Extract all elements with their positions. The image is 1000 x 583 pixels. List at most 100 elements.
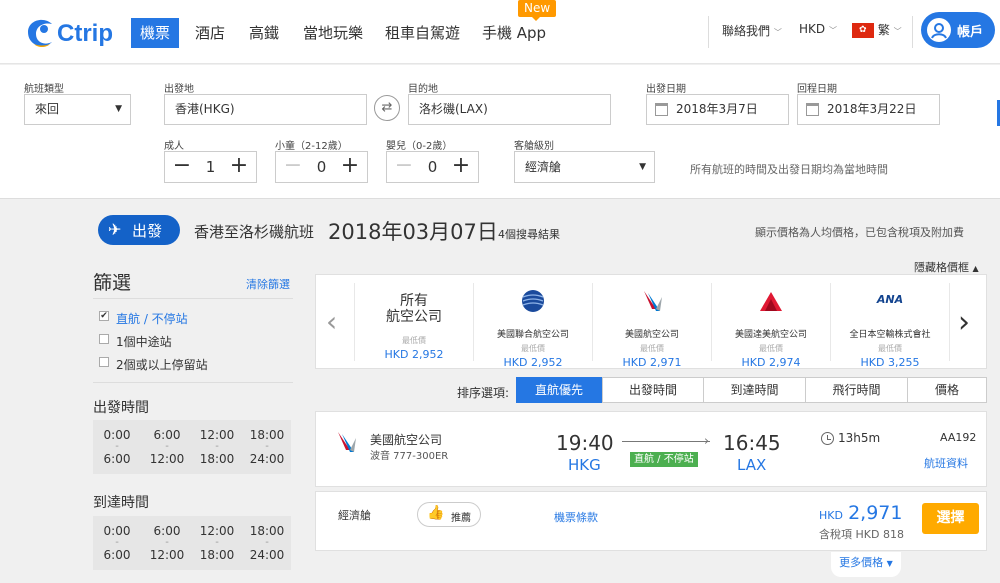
two-stop-filter-label[interactable]: 2個或以上停留站 [116,356,208,373]
brand-name: Ctrip [57,20,113,47]
clear-filters-link[interactable]: 清除篩選 [246,276,290,292]
more-prices-link[interactable]: 更多價格 ▼ [831,552,901,577]
sort-direct-first[interactable]: 直航優先 [516,377,602,403]
currency-label: HKD [799,22,826,36]
cabin-select[interactable]: 經濟艙 ▼ [514,151,655,183]
flight-number: AA192 [940,431,977,444]
trip-type-select[interactable]: 來回 ▼ [24,94,131,125]
fare-cabin: 經濟艙 [338,509,371,522]
recommend-label: 推薦 [451,513,471,524]
child-label: 小童（2-12歲） [275,141,348,152]
nonstop-badge: 直航 / 不停站 [630,452,698,467]
direct-filter-label[interactable]: 直航 / 不停站 [116,310,188,327]
slot-start: 18:00 [249,428,285,442]
airline-grid-next[interactable]: › [949,283,987,361]
departure-slot-1[interactable]: 6:00-12:00 [143,429,191,465]
slot-end: 12:00 [149,548,185,562]
chevron-right-icon[interactable]: › [958,308,970,338]
airline-united[interactable]: 美國聯合航空公司 最低價 HKD 2,952 [473,283,592,369]
arrow-right-icon: › [704,434,710,449]
flight-details-link[interactable]: 航班資料 [924,455,968,471]
depart-date-input[interactable]: 2018年3月7日 [646,94,789,125]
chevron-down-icon: ﹀ [828,26,837,35]
united-logo-icon [519,287,547,315]
departure-slot-3[interactable]: 18:00-24:00 [243,429,291,465]
trip-type-value: 來回 [35,102,60,116]
calendar-icon [806,103,819,116]
arrival-slot-1[interactable]: 6:00-12:00 [143,525,191,561]
airline-name: 全日本空輸株式會社 [849,330,931,340]
from-input[interactable]: 香港(HKG) [164,94,367,125]
chevron-left-icon[interactable]: ‹ [326,308,337,336]
airline-ana[interactable]: ANA 全日本空輸株式會社 最低價 HKD 3,255 [830,283,949,369]
departure-slot-0[interactable]: 0:00-6:00 [93,429,141,465]
language-menu[interactable]: ✿ 繁 ﹀ [852,21,902,38]
departure-time-title: 出發時間 [93,400,149,416]
airline-american[interactable]: 美國航空公司 最低價 HKD 2,971 [592,283,711,369]
sort-arrival-time[interactable]: 到達時間 [703,377,806,403]
arrival-slot-3[interactable]: 18:00-24:00 [243,525,291,561]
lowest-price-label: 最低價 [402,336,426,345]
select-button[interactable]: 選擇 [922,503,979,534]
airline-name: 美國達美航空公司 [734,330,807,340]
chevron-down-icon: ﹀ [773,28,782,37]
arrival-slot-2[interactable]: 12:00-18:00 [193,525,241,561]
adult-stepper: − 1 + [164,151,257,183]
slot-start: 12:00 [199,524,235,538]
tab-flights[interactable]: 機票 [131,18,180,48]
recommend-tag: 👍 推薦 [417,502,481,527]
calendar-icon [655,103,668,116]
return-date-input[interactable]: 2018年3月22日 [797,94,940,125]
airline-delta[interactable]: 美國達美航空公司 最低價 HKD 2,974 [711,283,830,369]
sort-flight-duration[interactable]: 飛行時間 [805,377,908,403]
tab-mobile-app[interactable]: 手機 App [482,18,546,48]
airline-name: 美國聯合航空公司 [496,330,569,340]
plus-icon[interactable]: + [448,152,474,182]
airline-all-line2: 航空公司 [386,309,442,325]
tab-activities[interactable]: 當地玩樂 [303,18,363,48]
infant-stepper: − 0 + [386,151,479,183]
departure-slot-2[interactable]: 12:00-18:00 [193,429,241,465]
ctrip-logo[interactable]: Ctrip [22,12,122,52]
slot-end: 24:00 [249,452,285,466]
one-stop-checkbox[interactable] [99,334,109,344]
new-badge: New [518,0,557,21]
sort-departure-time[interactable]: 出發時間 [602,377,704,403]
sort-price[interactable]: 價格 [907,377,987,403]
airline-all-price: HKD 2,952 [384,348,444,361]
tab-hotels[interactable]: 酒店 [195,18,225,48]
airplane-icon: ✈ [108,220,122,239]
from-label: 出發地 [164,84,194,95]
airline-price-grid: ‹ 所有 航空公司 最低價 HKD 2,952 美國聯合航空公司 最低價 HKD … [315,274,987,369]
currency-menu[interactable]: HKD ﹀ [799,22,837,36]
departure-button[interactable]: ✈ 出發 [98,215,180,245]
one-stop-filter-label[interactable]: 1個中途站 [116,333,172,350]
plus-icon[interactable]: + [226,152,252,182]
flight-airline: 美國航空公司 [370,433,443,447]
tab-trains[interactable]: 高鐵 [249,18,279,48]
slot-end: 24:00 [249,548,285,562]
to-label: 目的地 [408,84,438,95]
airline-price: HKD 3,255 [860,356,920,369]
caret-down-icon: ▼ [886,559,893,568]
sort-label: 排序選項: [457,386,510,400]
depart-date-value: 2018年3月7日 [676,102,758,116]
depart-airport: HKG [568,456,601,474]
tab-car-rental[interactable]: 租車自駕遊 [385,18,460,48]
arrival-time-title: 到達時間 [93,495,149,511]
swap-icon[interactable]: ⇄ [374,95,400,121]
arrival-slot-0[interactable]: 0:00-6:00 [93,525,141,561]
direct-checkbox[interactable]: ✔ [99,311,109,321]
route-title: 香港至洛杉磯航班 [194,223,315,241]
to-input[interactable]: 洛杉磯(LAX) [408,94,611,125]
language-label: 繁 [877,23,890,37]
hide-price-grid-link[interactable]: 隱藏格價框 ▲ [914,259,979,275]
plus-icon[interactable]: + [337,152,363,182]
airline-all[interactable]: 所有 航空公司 最低價 HKD 2,952 [354,283,473,361]
two-stop-checkbox[interactable] [99,357,109,367]
account-button[interactable]: 帳戶 [921,12,995,48]
fare-rules-link[interactable]: 機票條款 [554,509,598,525]
depart-date-label: 出發日期 [646,84,686,95]
top-navigation: Ctrip 機票 酒店 高鐵 當地玩樂 租車自駕遊 手機 App New 聯絡我… [0,0,1000,64]
contact-menu[interactable]: 聯絡我們 ﹀ [722,22,782,39]
